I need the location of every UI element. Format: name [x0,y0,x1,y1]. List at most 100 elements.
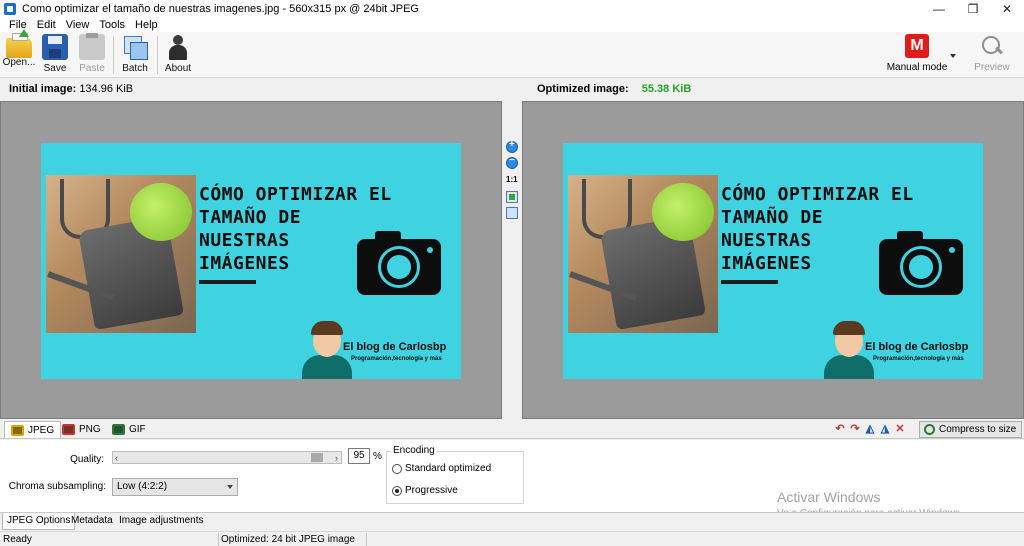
tab-png[interactable]: PNG [56,421,107,438]
maximize-button[interactable]: ❐ [956,0,990,17]
zoom-toolbar: 1:1 [502,101,522,419]
quality-slider[interactable]: ‹ › [112,451,342,464]
camera-flash-dot [949,247,955,253]
tab-jpeg-label: JPEG [28,424,55,436]
clipboard-icon [79,33,105,60]
quality-slider-thumb[interactable] [311,453,323,462]
headline-line: TAMAÑO DE [199,207,302,228]
menu-edit[interactable]: Edit [32,19,61,31]
crop-icon[interactable]: ✕ [894,423,906,435]
headline-underline [721,280,778,284]
menu-help[interactable]: Help [130,19,163,31]
window-title: Como optimizar el tamaño de nuestras ima… [22,2,419,15]
menu-tools[interactable]: Tools [94,19,130,31]
blog-subtitle: Programación,tecnología y más [873,356,964,362]
flip-horizontal-icon[interactable]: ◭ [864,423,876,435]
headline-line: CÓMO OPTIMIZAR EL [199,184,392,205]
preview-button[interactable]: Preview [970,34,1014,76]
tab-gif-label: GIF [129,424,146,435]
open-folder-icon [6,29,32,58]
slider-left-arrow-icon[interactable]: ‹ [115,453,118,463]
png-format-icon [62,424,75,435]
camera-flash-dot [427,247,433,253]
tab-gif[interactable]: GIF [106,421,152,438]
encoding-group: Encoding Standard optimized Progressive [386,445,524,504]
status-divider [366,533,367,546]
initial-image-pane[interactable]: CÓMO OPTIMIZAR EL TAMAÑO DE NUESTRAS IMÁ… [0,101,502,419]
tab-image-adjustments[interactable]: Image adjustments [115,513,208,530]
rotate-right-icon[interactable]: ↷ [849,423,861,435]
preview-label: Preview [974,62,1010,73]
save-label: Save [43,63,67,74]
format-tab-bar: JPEG PNG GIF ↶ ↷ ◭ ◮ ✕ Compress to size [0,419,1024,439]
compress-to-size-button[interactable]: Compress to size [919,421,1022,438]
flip-vertical-icon[interactable]: ◮ [879,423,891,435]
standard-optimized-radio[interactable] [392,463,402,474]
chroma-subsampling-select[interactable]: Low (4:2:2) [112,478,238,496]
optimized-image-info: Optimized image: 55.38 KiB [537,83,691,95]
close-button[interactable]: ✕ [990,0,1024,17]
chroma-subsampling-value: Low (4:2:2) [117,481,168,492]
quality-input[interactable]: 95 [348,448,370,464]
optimized-image-size: 55.38 KiB [641,83,692,95]
activate-windows-title: Activar Windows [777,489,881,505]
headline-line: CÓMO OPTIMIZAR EL [721,184,914,205]
initial-image-label: Initial image: [9,83,77,95]
camera-icon [879,231,963,295]
zoom-in-icon[interactable] [506,139,518,153]
progressive-label: Progressive [405,485,458,496]
status-optimized-info: Optimized: 24 bit JPEG image [221,534,355,545]
batch-label: Batch [122,63,148,74]
blog-title: El blog de Carlosbp [343,341,447,353]
sync-view-icon[interactable] [506,207,518,219]
tab-jpeg[interactable]: JPEG [4,421,62,438]
batch-button[interactable]: Batch [118,34,152,76]
chevron-down-icon [227,485,233,489]
green-apple-shape [130,183,192,241]
progressive-radio[interactable] [392,485,402,496]
slider-right-arrow-icon[interactable]: › [335,453,338,463]
encoding-standard-option[interactable]: Standard optimized [392,463,491,474]
window-controls: — ❐ ✕ [922,0,1024,17]
optimized-image-pane[interactable]: CÓMO OPTIMIZAR EL TAMAÑO DE NUESTRAS IMÁ… [522,101,1024,419]
encoding-label: Encoding [391,445,437,456]
compress-to-size-label: Compress to size [939,424,1017,435]
status-ready: Ready [3,534,32,545]
title-bar: Como optimizar el tamaño de nuestras ima… [0,0,1024,17]
tab-jpeg-options[interactable]: JPEG Options [2,513,76,530]
person-icon [165,34,191,60]
optimized-image-label: Optimized image: [537,83,629,95]
tools-photo [46,175,196,333]
manual-mode-button[interactable]: M Manual mode [884,34,950,76]
rotate-left-icon[interactable]: ↶ [834,423,846,435]
save-button[interactable]: Save [40,34,70,76]
camera-lens [903,249,939,285]
size-info-bar: Initial image: 134.96 KiB Optimized imag… [0,79,1024,99]
gif-format-icon [112,424,125,435]
encoding-progressive-option[interactable]: Progressive [392,485,458,496]
toolbar-separator [157,36,158,74]
minimize-button[interactable]: — [922,0,956,17]
open-button[interactable]: Open... [2,29,36,76]
initial-image-info: Initial image: 134.96 KiB [9,83,133,95]
options-tab-bar: JPEG Options Metadata Image adjustments [0,512,1024,530]
actual-size-button[interactable]: 1:1 [506,175,518,187]
manual-mode-icon: M [905,34,929,58]
toolbar: Open... Save Paste Batch About M Manual … [0,29,1024,78]
blog-title: El blog de Carlosbp [865,341,969,353]
fit-to-window-icon[interactable] [506,191,518,203]
optimized-image-canvas: CÓMO OPTIMIZAR EL TAMAÑO DE NUESTRAS IMÁ… [563,143,983,379]
open-label: Open... [2,57,36,68]
about-button[interactable]: About [161,34,195,76]
menu-view[interactable]: View [61,19,95,31]
mode-dropdown-caret-icon[interactable] [950,54,956,58]
tab-metadata[interactable]: Metadata [67,513,117,530]
magnifier-icon [980,34,1004,58]
paste-button[interactable]: Paste [76,33,108,76]
green-apple-shape [652,183,714,241]
zoom-out-icon[interactable] [506,155,518,169]
quality-label: Quality: [70,454,104,465]
percent-sign: % [373,451,382,462]
about-label: About [164,63,192,74]
compress-icon [924,424,935,435]
